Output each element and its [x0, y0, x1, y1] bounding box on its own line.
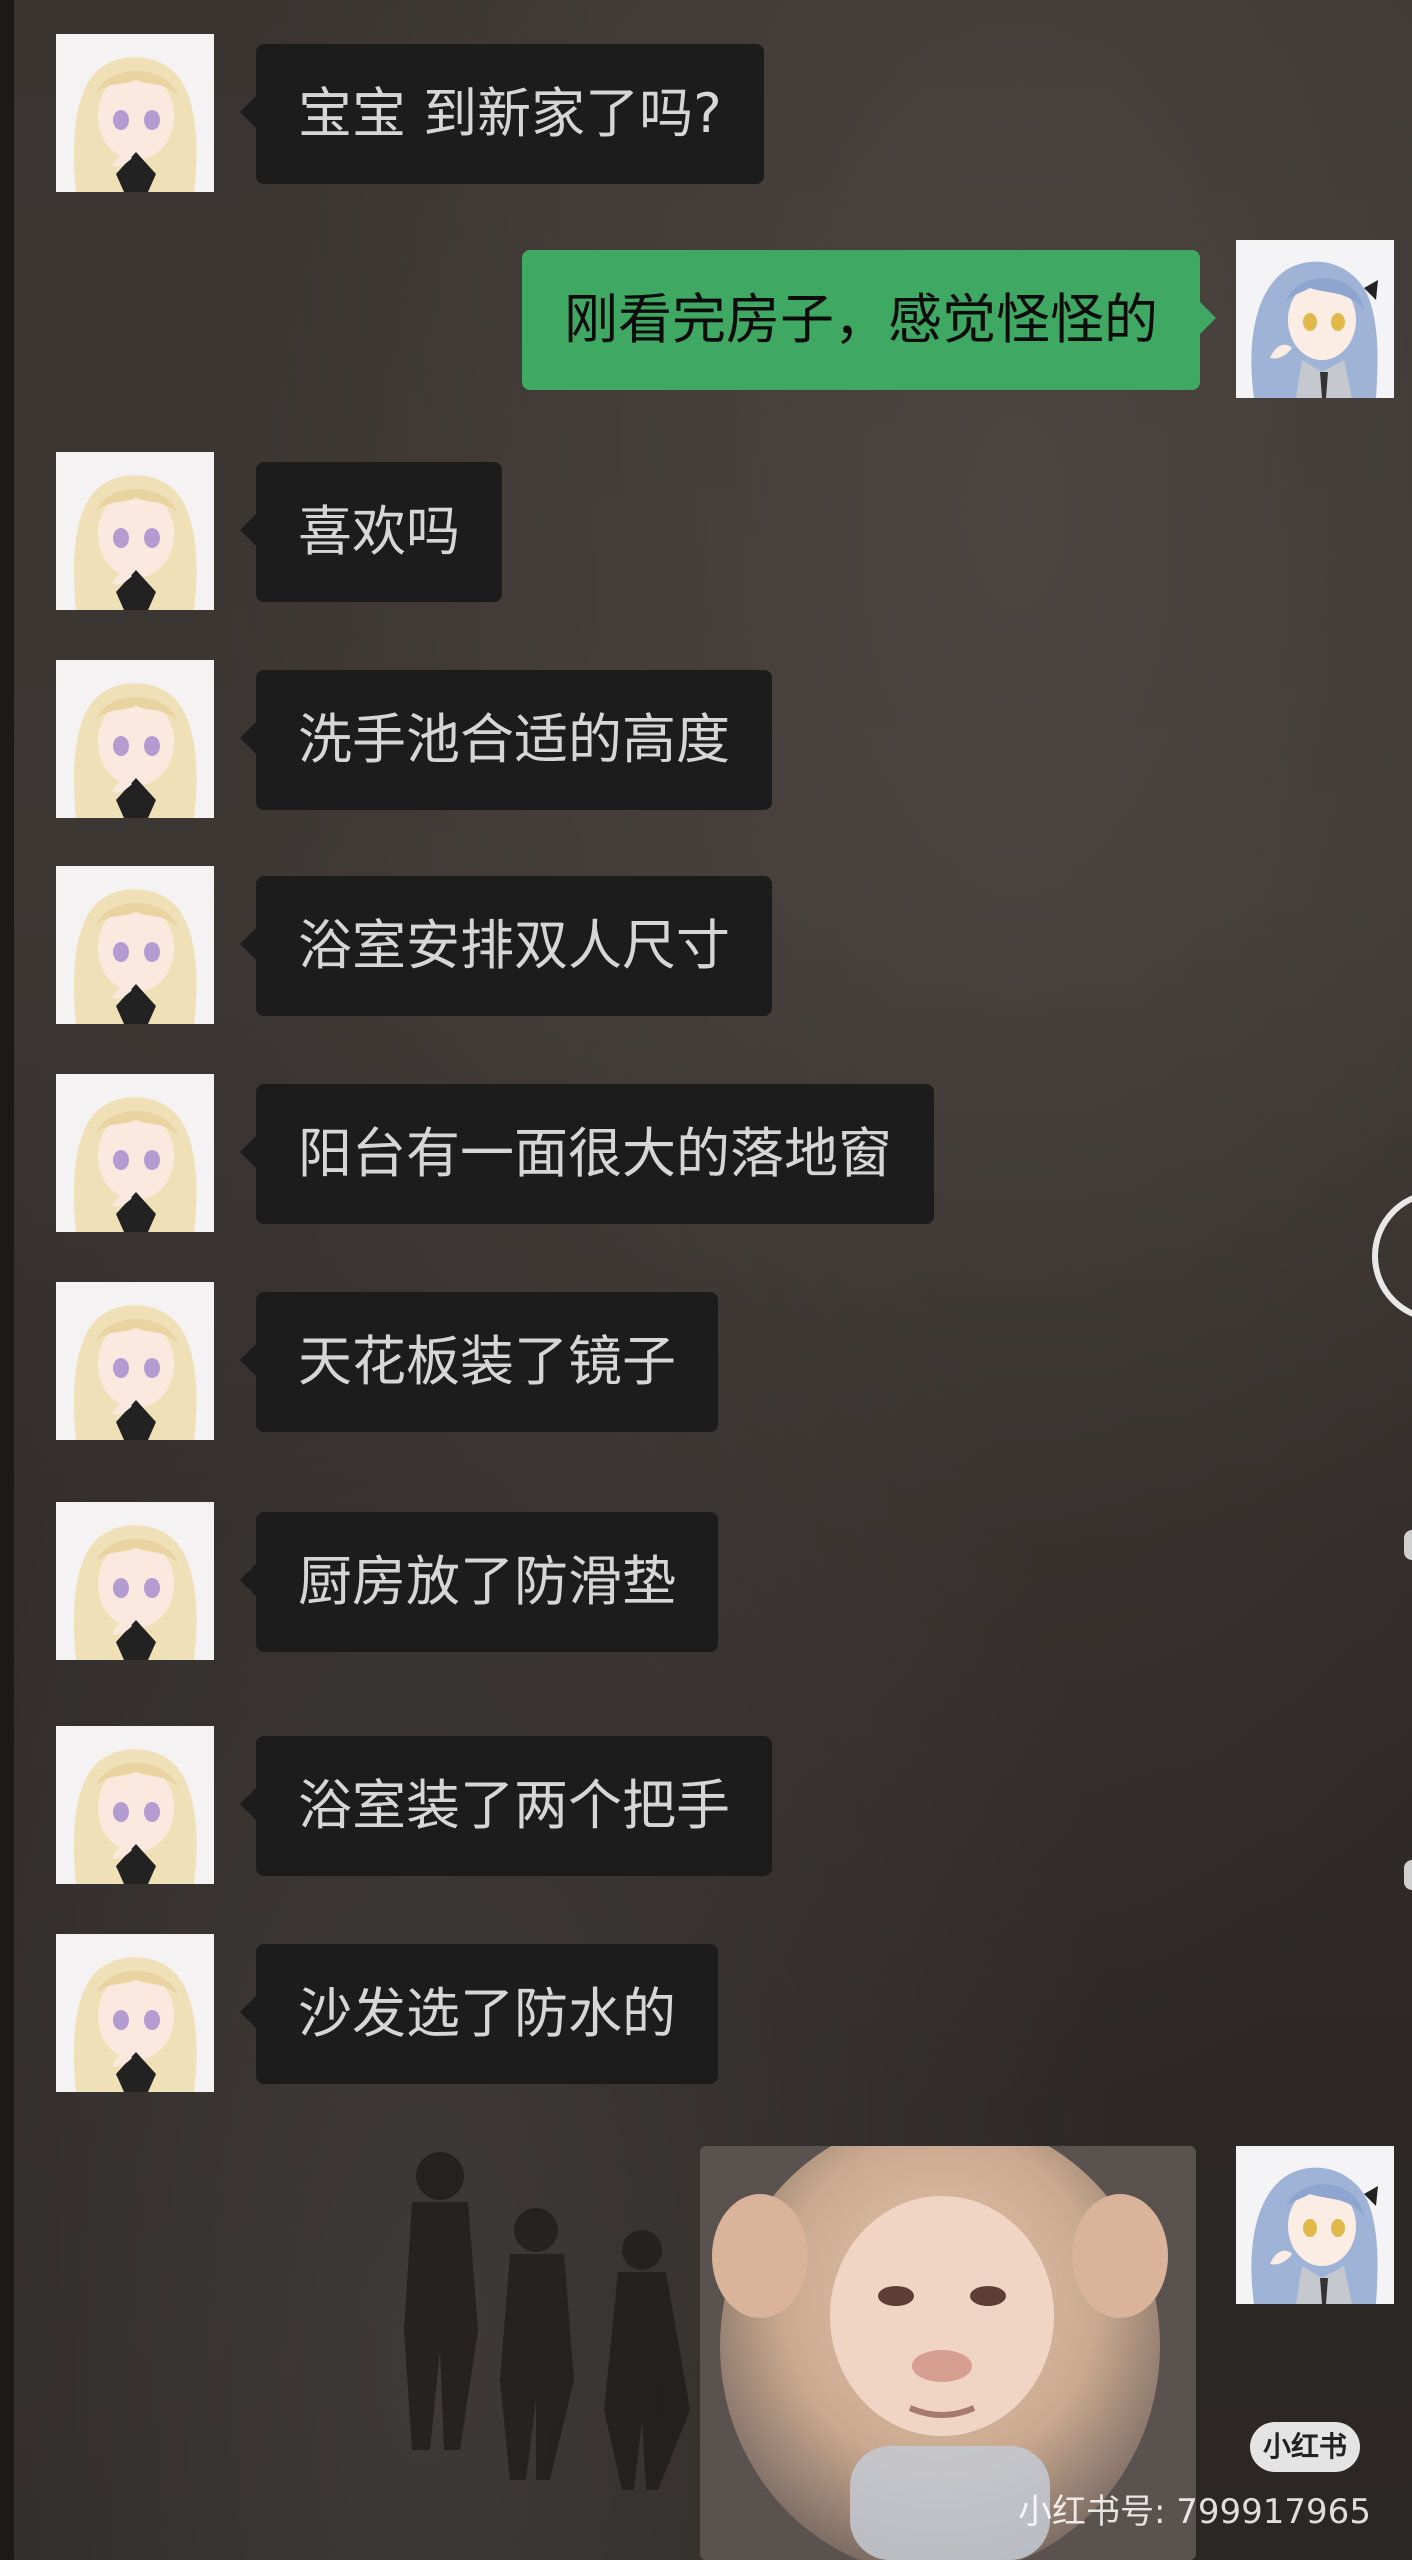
message-row: 刚看完房子，感觉怪怪的	[0, 240, 1412, 400]
received-message-bubble[interactable]: 浴室安排双人尺寸	[240, 876, 772, 1016]
contact-avatar[interactable]	[56, 1282, 214, 1440]
sent-message-bubble[interactable]: 刚看完房子，感觉怪怪的	[522, 250, 1216, 390]
contact-avatar[interactable]	[56, 866, 214, 1024]
contact-avatar[interactable]	[56, 34, 214, 192]
contact-avatar[interactable]	[56, 1074, 214, 1232]
message-row: 厨房放了防滑垫	[0, 1502, 1412, 1662]
message-row: 沙发选了防水的	[0, 1934, 1412, 2094]
xiaohongshu-id-watermark: 小红书号: 799917965	[1018, 2492, 1371, 2532]
contact-avatar[interactable]	[56, 1502, 214, 1660]
contact-avatar[interactable]	[56, 660, 214, 818]
received-message-bubble[interactable]: 沙发选了防水的	[240, 1944, 718, 2084]
contact-avatar[interactable]	[56, 452, 214, 610]
edge-indicator	[1404, 1860, 1412, 1890]
received-message-bubble[interactable]: 厨房放了防滑垫	[240, 1512, 718, 1652]
received-message-bubble[interactable]: 宝宝 到新家了吗?	[240, 44, 764, 184]
chat-screen: 宝宝 到新家了吗? 刚看完房子，感觉怪怪的 喜欢吗 洗手池合适的高度 浴室安排双…	[0, 0, 1412, 2560]
received-message-bubble[interactable]: 天花板装了镜子	[240, 1292, 718, 1432]
edge-indicator	[1404, 1530, 1412, 1560]
received-message-bubble[interactable]: 浴室装了两个把手	[240, 1736, 772, 1876]
message-row: 宝宝 到新家了吗?	[0, 34, 1412, 194]
message-row: 天花板装了镜子	[0, 1282, 1412, 1442]
xiaohongshu-logo: 小红书	[1250, 2422, 1360, 2472]
user-avatar[interactable]	[1236, 240, 1394, 398]
message-row: 喜欢吗	[0, 452, 1412, 612]
background-people-silhouettes	[404, 2152, 690, 2490]
received-message-bubble[interactable]: 洗手池合适的高度	[240, 670, 772, 810]
received-message-bubble[interactable]: 喜欢吗	[240, 462, 502, 602]
message-row: 浴室安排双人尺寸	[0, 866, 1412, 1026]
contact-avatar[interactable]	[56, 1726, 214, 1884]
contact-avatar[interactable]	[56, 1934, 214, 2092]
received-message-bubble[interactable]: 阳台有一面很大的落地窗	[240, 1084, 934, 1224]
user-avatar[interactable]	[1236, 2146, 1394, 2304]
message-row: 浴室装了两个把手	[0, 1726, 1412, 1886]
message-row: 阳台有一面很大的落地窗	[0, 1074, 1412, 1234]
message-row: 洗手池合适的高度	[0, 660, 1412, 820]
